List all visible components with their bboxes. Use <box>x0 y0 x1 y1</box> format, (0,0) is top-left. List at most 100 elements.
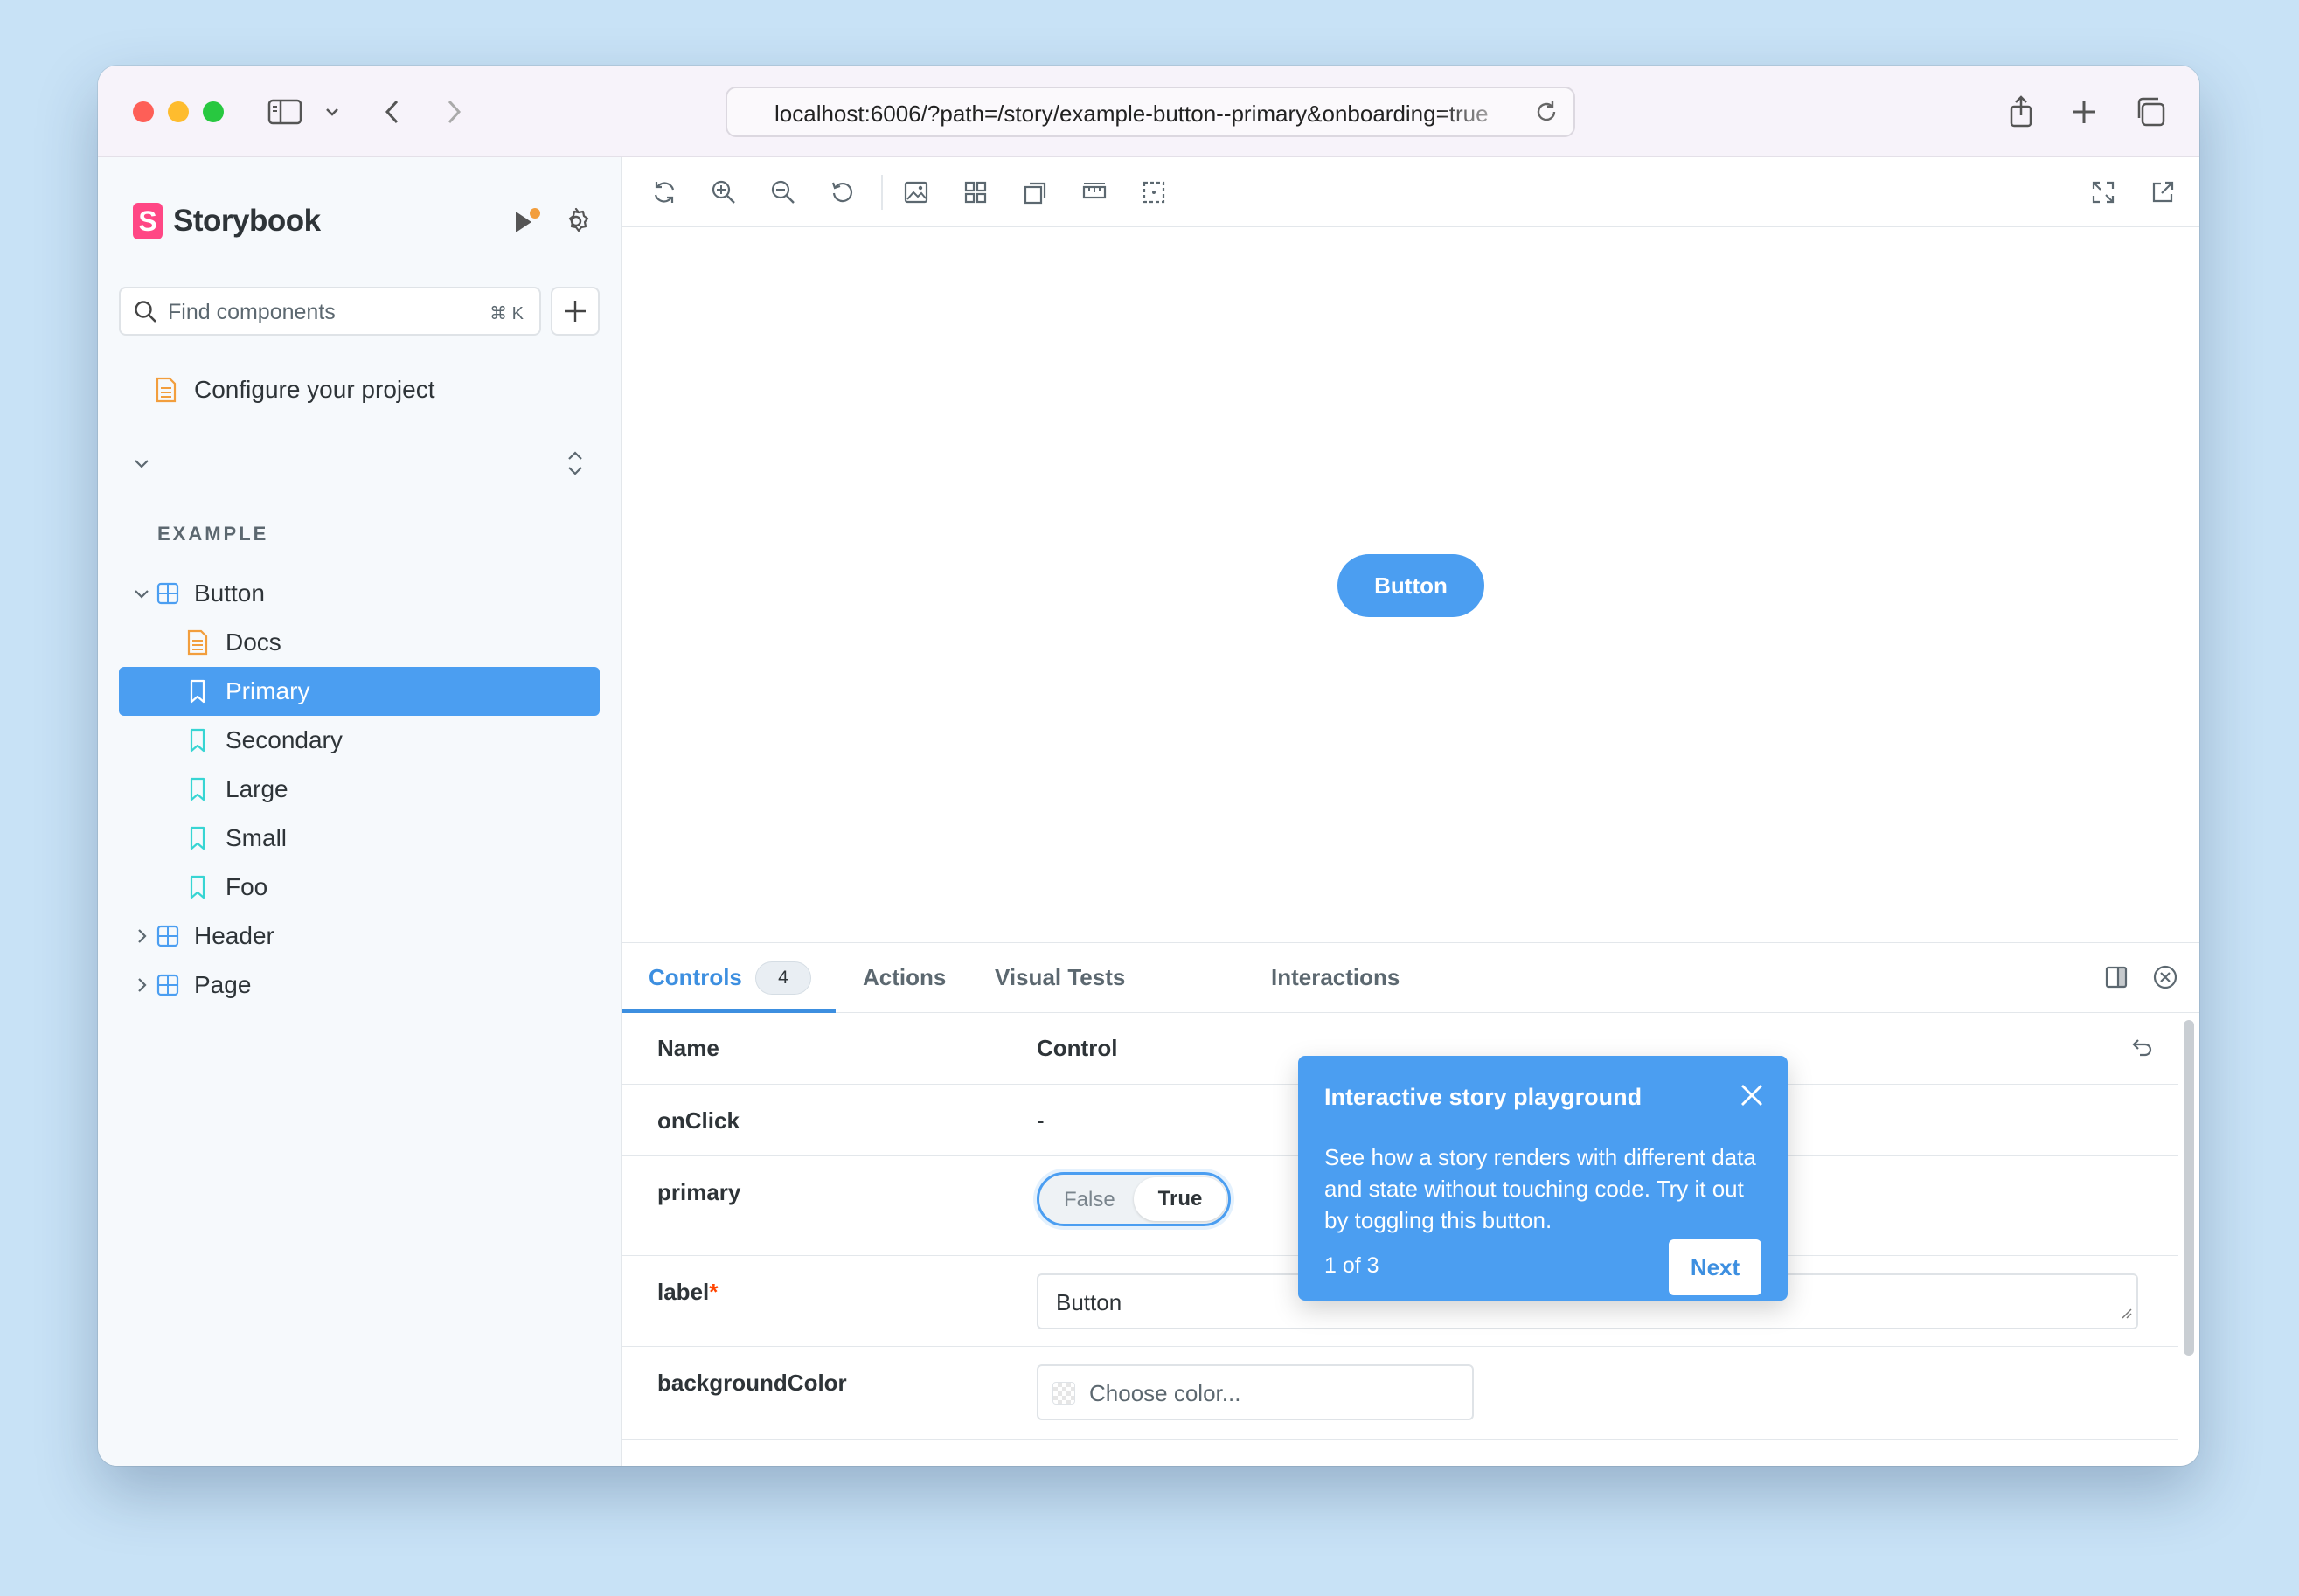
bookmark-icon <box>185 875 210 899</box>
sidebar: S Storybook Find components ⌘ K Configur… <box>98 157 622 1466</box>
fullscreen-icon[interactable] <box>2086 175 2121 210</box>
sidebar-item-label: Small <box>226 824 288 851</box>
storybook-logo-mark: S <box>133 203 163 239</box>
chevron-right-icon <box>131 975 152 996</box>
reload-icon[interactable] <box>1533 99 1559 129</box>
browser-window: localhost:6006/?path=/story/example-butt… <box>98 66 2199 1466</box>
grid-icon[interactable] <box>958 175 993 210</box>
preview-toolbar <box>622 157 2199 227</box>
expand-collapse-icon[interactable] <box>563 446 587 481</box>
sidebar-item-button[interactable]: Button <box>119 569 600 618</box>
search-placeholder: Find components <box>168 300 336 324</box>
resize-handle-icon[interactable] <box>2121 1308 2133 1324</box>
back-icon[interactable] <box>379 94 406 130</box>
search-icon <box>133 299 159 330</box>
reset-controls-icon[interactable] <box>2128 1034 2154 1065</box>
outline-icon[interactable] <box>1136 175 1171 210</box>
share-icon[interactable] <box>2004 94 2039 130</box>
sidebar-item-docs[interactable]: Docs <box>119 618 600 667</box>
remount-icon[interactable] <box>647 175 682 210</box>
new-tab-icon[interactable] <box>2066 94 2101 130</box>
preview-button[interactable]: Button <box>1337 554 1484 617</box>
reset-zoom-icon[interactable] <box>825 175 860 210</box>
panel-orientation-icon[interactable] <box>2103 964 2129 995</box>
zoom-in-icon[interactable] <box>706 175 741 210</box>
story-canvas: Button <box>622 227 2199 942</box>
controls-count-badge: 4 <box>755 961 811 995</box>
label-input-value: Button <box>1056 1289 1122 1315</box>
maximize-window-button[interactable] <box>203 101 224 122</box>
address-bar[interactable]: localhost:6006/?path=/story/example-butt… <box>726 87 1575 137</box>
color-placeholder: Choose color... <box>1089 1380 1241 1406</box>
tab-controls[interactable]: Controls <box>649 964 742 991</box>
sidebar-item-primary[interactable]: Primary <box>119 667 600 716</box>
sidebar-item-secondary[interactable]: Secondary <box>119 716 600 765</box>
plus-icon <box>565 301 586 322</box>
toolbar-divider <box>881 175 883 210</box>
tab-overview-icon[interactable] <box>2131 94 2170 130</box>
create-story-button[interactable] <box>551 287 600 336</box>
chevron-right-icon <box>131 926 152 947</box>
whats-new-icon[interactable] <box>509 206 544 242</box>
next-button[interactable]: Next <box>1669 1239 1761 1295</box>
tab-visual-tests[interactable]: Visual Tests <box>995 964 1125 991</box>
toggle-true-option[interactable]: True <box>1134 1177 1226 1221</box>
panel-scrollbar[interactable] <box>2184 1020 2194 1356</box>
arg-name: onClick <box>657 1107 740 1134</box>
url-text: localhost:6006/?path=/story/example-butt… <box>774 101 1489 127</box>
bookmark-icon <box>185 777 210 801</box>
tab-interactions[interactable]: Interactions <box>1271 964 1400 991</box>
sidebar-item-label: Header <box>194 922 274 949</box>
zoom-out-icon[interactable] <box>766 175 801 210</box>
close-panel-icon[interactable] <box>2152 964 2178 995</box>
color-swatch[interactable] <box>1052 1382 1075 1405</box>
sidebar-item-label: Large <box>226 775 288 802</box>
component-icon <box>156 973 180 997</box>
sidebar-item-configure[interactable]: Configure your project <box>119 365 600 414</box>
open-new-tab-icon[interactable] <box>2145 175 2180 210</box>
background-icon[interactable] <box>899 175 934 210</box>
group-example-header[interactable] <box>119 439 600 488</box>
minimize-window-button[interactable] <box>168 101 189 122</box>
primary-boolean-toggle[interactable]: False True <box>1037 1172 1231 1226</box>
arg-name-text: label <box>657 1279 710 1305</box>
sidebar-item-header[interactable]: Header <box>119 912 600 961</box>
onboarding-popover: Interactive story playground See how a s… <box>1298 1056 1788 1301</box>
required-mark: * <box>709 1279 719 1305</box>
arg-name: backgroundColor <box>657 1370 847 1396</box>
viewport-icon[interactable] <box>1018 175 1052 210</box>
sidebar-item-page[interactable]: Page <box>119 961 600 1010</box>
panel-tabs: Controls 4 Actions Visual Tests Interact… <box>622 943 2199 1013</box>
popover-title: Interactive story playground <box>1324 1084 1643 1110</box>
chevron-down-icon[interactable] <box>323 94 341 130</box>
document-icon <box>154 377 178 403</box>
sidebar-item-label: Primary <box>226 677 310 704</box>
measure-icon[interactable] <box>1077 175 1112 210</box>
sidebar-item-label: Secondary <box>226 726 343 753</box>
sidebar-item-label: Configure your project <box>194 376 435 403</box>
close-window-button[interactable] <box>133 101 154 122</box>
arg-name: label* <box>657 1279 718 1306</box>
sidebar-item-large[interactable]: Large <box>119 765 600 814</box>
sidebar-item-label: Docs <box>226 628 281 656</box>
gear-icon[interactable] <box>561 206 591 240</box>
group-label: EXAMPLE <box>157 523 269 545</box>
popover-body: See how a story renders with different d… <box>1324 1144 1756 1233</box>
toggle-false-option[interactable]: False <box>1064 1188 1115 1212</box>
sidebar-item-foo[interactable]: Foo <box>119 863 600 912</box>
document-icon <box>185 629 210 656</box>
search-shortcut: ⌘ K <box>490 304 524 323</box>
popover-step: 1 of 3 <box>1324 1253 1379 1278</box>
column-control: Control <box>1037 1035 1118 1061</box>
forward-icon[interactable] <box>441 94 467 130</box>
browser-titlebar: localhost:6006/?path=/story/example-butt… <box>98 66 2199 157</box>
sidebar-item-small[interactable]: Small <box>119 814 600 863</box>
background-color-input[interactable]: Choose color... <box>1037 1364 1474 1420</box>
search-input[interactable]: Find components ⌘ K <box>119 287 541 336</box>
storybook-logo[interactable]: S Storybook <box>133 203 321 239</box>
bookmark-icon <box>185 826 210 850</box>
component-icon <box>156 924 180 948</box>
tab-actions[interactable]: Actions <box>863 964 946 991</box>
sidebar-toggle-icon[interactable] <box>266 94 304 130</box>
close-icon[interactable] <box>1739 1082 1765 1113</box>
